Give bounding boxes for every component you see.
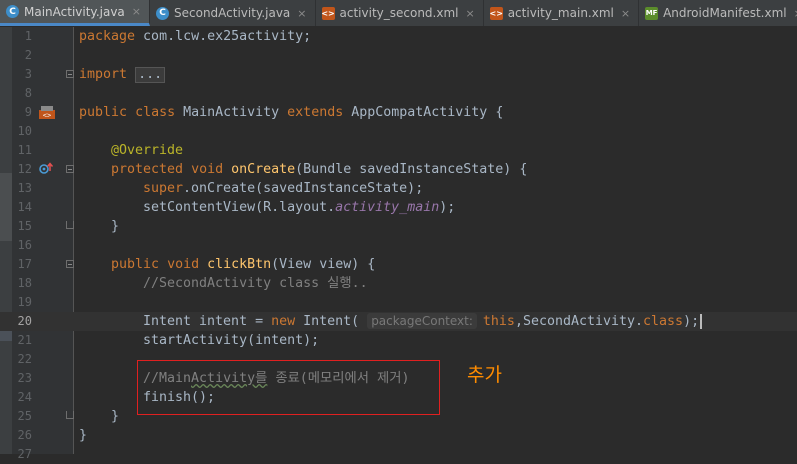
code-line: 17 public void clickBtn(View view) {	[0, 255, 797, 274]
fold-end-icon[interactable]	[66, 411, 74, 419]
code-text: super.onCreate(savedInstanceState);	[143, 181, 424, 196]
line-number: 27	[17, 447, 32, 461]
fold-end-icon[interactable]	[66, 221, 74, 229]
code-text: @Override	[111, 143, 184, 158]
line-number: 26	[17, 428, 32, 442]
fold-toggle-icon[interactable]	[66, 260, 74, 268]
line-number: 20	[17, 314, 32, 328]
line-number: 21	[17, 333, 32, 347]
xml-icon: <>	[489, 6, 503, 20]
code-text: import ...	[79, 65, 166, 84]
code-line: 27	[0, 445, 797, 464]
code-text: public void clickBtn(View view) {	[111, 257, 376, 272]
tab-label: MainActivity.java	[24, 4, 125, 19]
code-line: 19	[0, 293, 797, 312]
svg-text:<>: <>	[43, 112, 51, 120]
line-number: 14	[17, 200, 32, 214]
close-icon[interactable]: ×	[465, 7, 474, 20]
line-number: 22	[17, 352, 32, 366]
code-line: 21 startActivity(intent);	[0, 331, 797, 350]
line-number: 23	[17, 371, 32, 385]
code-text: protected void onCreate(Bundle savedInst…	[111, 162, 528, 177]
code-line: 14 setContentView(R.layout.activity_main…	[0, 198, 797, 217]
line-number: 11	[17, 143, 32, 157]
line-number: 19	[17, 295, 32, 309]
close-icon[interactable]: ×	[794, 7, 797, 20]
line-number: 8	[24, 86, 32, 100]
fold-toggle-icon[interactable]	[66, 70, 74, 78]
tab-label: SecondActivity.java	[174, 6, 291, 20]
code-text: Intent intent = new Intent( packageConte…	[143, 312, 703, 331]
tab-activity-main-xml[interactable]: <> activity_main.xml ×	[484, 0, 640, 26]
code-comment: //SecondActivity class 실행..	[143, 276, 368, 291]
editor-tab-bar: C MainActivity.java × C SecondActivity.j…	[0, 0, 797, 27]
code-line: 1 package com.lcw.ex25activity;	[0, 27, 797, 46]
line-number: 17	[17, 257, 32, 271]
tab-android-manifest-xml[interactable]: MF AndroidManifest.xml ×	[639, 0, 797, 26]
class-icon: C	[6, 5, 19, 18]
line-number: 10	[17, 124, 32, 138]
close-icon[interactable]: ×	[132, 5, 141, 18]
xml-icon: <>	[321, 6, 335, 20]
line-number: 15	[17, 219, 32, 233]
code-line: 16	[0, 236, 797, 255]
close-icon[interactable]: ×	[297, 7, 306, 20]
code-text: package com.lcw.ex25activity;	[79, 29, 312, 44]
code-line: 26 }	[0, 426, 797, 445]
line-number: 3	[24, 67, 32, 81]
code-text: startActivity(intent);	[143, 333, 320, 348]
code-text: public class MainActivity extends AppCom…	[79, 105, 504, 120]
text-caret	[700, 313, 703, 329]
code-line: 9 <> public class MainActivity extends A…	[0, 103, 797, 122]
code-text: }	[111, 219, 120, 234]
tab-activity-second-xml[interactable]: <> activity_second.xml ×	[316, 0, 484, 26]
code-line: 10	[0, 122, 797, 141]
code-line: 15 }	[0, 217, 797, 236]
tab-label: AndroidManifest.xml	[663, 6, 787, 20]
code-line-current: 20 Intent intent = new Intent( packageCo…	[0, 312, 797, 331]
tab-label: activity_main.xml	[507, 6, 614, 20]
code-text: setContentView(R.layout.activity_main);	[143, 200, 456, 215]
line-number: 24	[17, 390, 32, 404]
line-number: 16	[17, 238, 32, 252]
close-icon[interactable]: ×	[621, 7, 630, 20]
highlight-box	[137, 360, 440, 415]
code-text: }	[111, 409, 120, 424]
line-number: 1	[24, 29, 32, 43]
code-line: 3 import ...	[0, 65, 797, 84]
code-text: }	[79, 428, 88, 443]
manifest-icon: MF	[645, 6, 659, 20]
fold-toggle-icon[interactable]	[66, 165, 74, 173]
code-line: 18 //SecondActivity class 실행..	[0, 274, 797, 293]
line-number: 18	[17, 276, 32, 290]
folded-imports[interactable]: ...	[135, 67, 166, 83]
tab-main-activity-java[interactable]: C MainActivity.java ×	[0, 0, 150, 26]
code-line: 2	[0, 46, 797, 65]
parameter-hint: packageContext:	[367, 313, 477, 329]
line-number: 25	[17, 409, 32, 423]
line-number: 2	[24, 48, 32, 62]
code-line: 11 @Override	[0, 141, 797, 160]
code-line: 12 protected void onCreate(Bundle savedI…	[0, 160, 797, 179]
tab-second-activity-java[interactable]: C SecondActivity.java ×	[150, 0, 316, 26]
code-line: 8	[0, 84, 797, 103]
line-number: 9	[24, 105, 32, 119]
line-number: 13	[17, 181, 32, 195]
line-number: 12	[17, 162, 32, 176]
annotation-note: 추가	[467, 364, 502, 386]
class-icon: C	[156, 6, 169, 20]
override-method-icon[interactable]	[38, 161, 54, 181]
code-line: 13 super.onCreate(savedInstanceState);	[0, 179, 797, 198]
tab-label: activity_second.xml	[339, 6, 459, 20]
